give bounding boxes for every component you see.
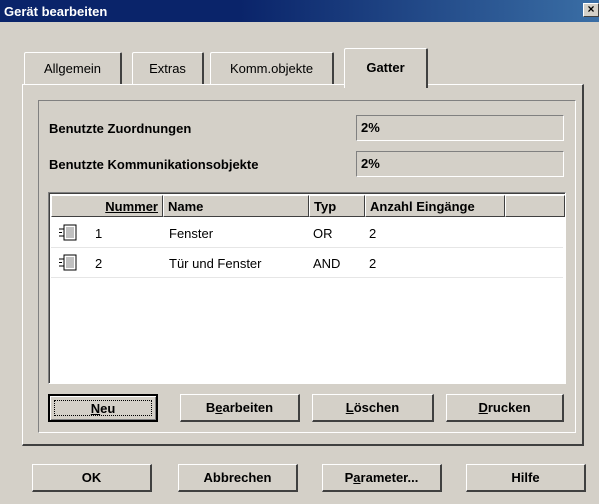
cancel-button[interactable]: Abbrechen [178,464,298,492]
table-row[interactable]: 1 Fenster OR 2 [51,219,563,248]
cell-nummer: 1 [95,226,103,241]
cell-typ: OR [313,226,333,241]
button-label: OK [81,470,102,485]
mnemonic: D [478,400,488,415]
cell-nummer: 2 [95,256,103,271]
ok-button[interactable]: OK [32,464,152,492]
column-header-label: Nummer [105,199,158,214]
column-header-label: Name [168,199,204,214]
mnemonic: L [345,400,354,415]
column-header-blank [505,195,565,217]
title-bar: Gerät bearbeiten × [0,0,599,22]
cell-eingaenge: 2 [369,256,377,271]
tab-extras[interactable]: Extras [132,52,204,86]
button-label: rameter... [360,470,419,485]
column-header-label: Typ [314,199,337,214]
close-button[interactable]: × [583,3,599,17]
button-label: arbeiten [222,400,274,415]
column-header-nummer[interactable]: Nummer [51,195,163,217]
focus-rect [54,400,152,416]
cell-name: Tür und Fenster [169,256,262,271]
mnemonic: a [353,470,361,485]
cell-eingaenge: 2 [369,226,377,241]
tab-label: Extras [149,61,186,76]
button-label: Abbrechen [203,470,272,485]
assignments-label: Benutzte Zuordnungen [49,121,192,136]
parameter-button[interactable]: Parameter... [322,464,442,492]
gate-icon [59,224,77,241]
mnemonic: e [215,400,223,415]
comm-objects-label: Benutzte Kommunikationsobjekte [49,157,259,172]
button-label: P [344,470,354,485]
column-header-typ[interactable]: Typ [309,195,365,217]
cell-typ: AND [313,256,341,271]
window-title: Gerät bearbeiten [4,4,108,19]
gate-list[interactable]: Nummer Name Typ Anzahl Eingänge 1 Fenste… [48,192,566,384]
button-label: B [205,400,216,415]
button-label: rucken [487,400,531,415]
table-row[interactable]: 2 Tür und Fenster AND 2 [51,249,563,278]
gate-icon [59,254,77,271]
edit-button[interactable]: Bearbeiten [180,394,300,422]
button-label: Hilfe [511,470,540,485]
tab-label: Gatter [366,60,405,75]
column-header-label: Anzahl Eingänge [370,199,475,214]
tab-allgemein[interactable]: Allgemein [24,52,122,86]
button-label: öschen [353,400,400,415]
cell-name: Fenster [169,226,214,241]
print-button[interactable]: Drucken [446,394,564,422]
tab-label: Allgemein [43,61,102,76]
delete-button[interactable]: Löschen [312,394,434,422]
close-icon: × [587,2,595,16]
new-button[interactable]: Neu [48,394,158,422]
tab-gatter[interactable]: Gatter [344,48,428,88]
tab-label: Komm.objekte [229,61,314,76]
column-header-name[interactable]: Name [163,195,309,217]
column-header-eingaenge[interactable]: Anzahl Eingänge [365,195,505,217]
tab-komm-objekte[interactable]: Komm.objekte [210,52,334,86]
help-button[interactable]: Hilfe [466,464,586,492]
assignments-value: 2% [356,115,564,141]
comm-objects-value: 2% [356,151,564,177]
